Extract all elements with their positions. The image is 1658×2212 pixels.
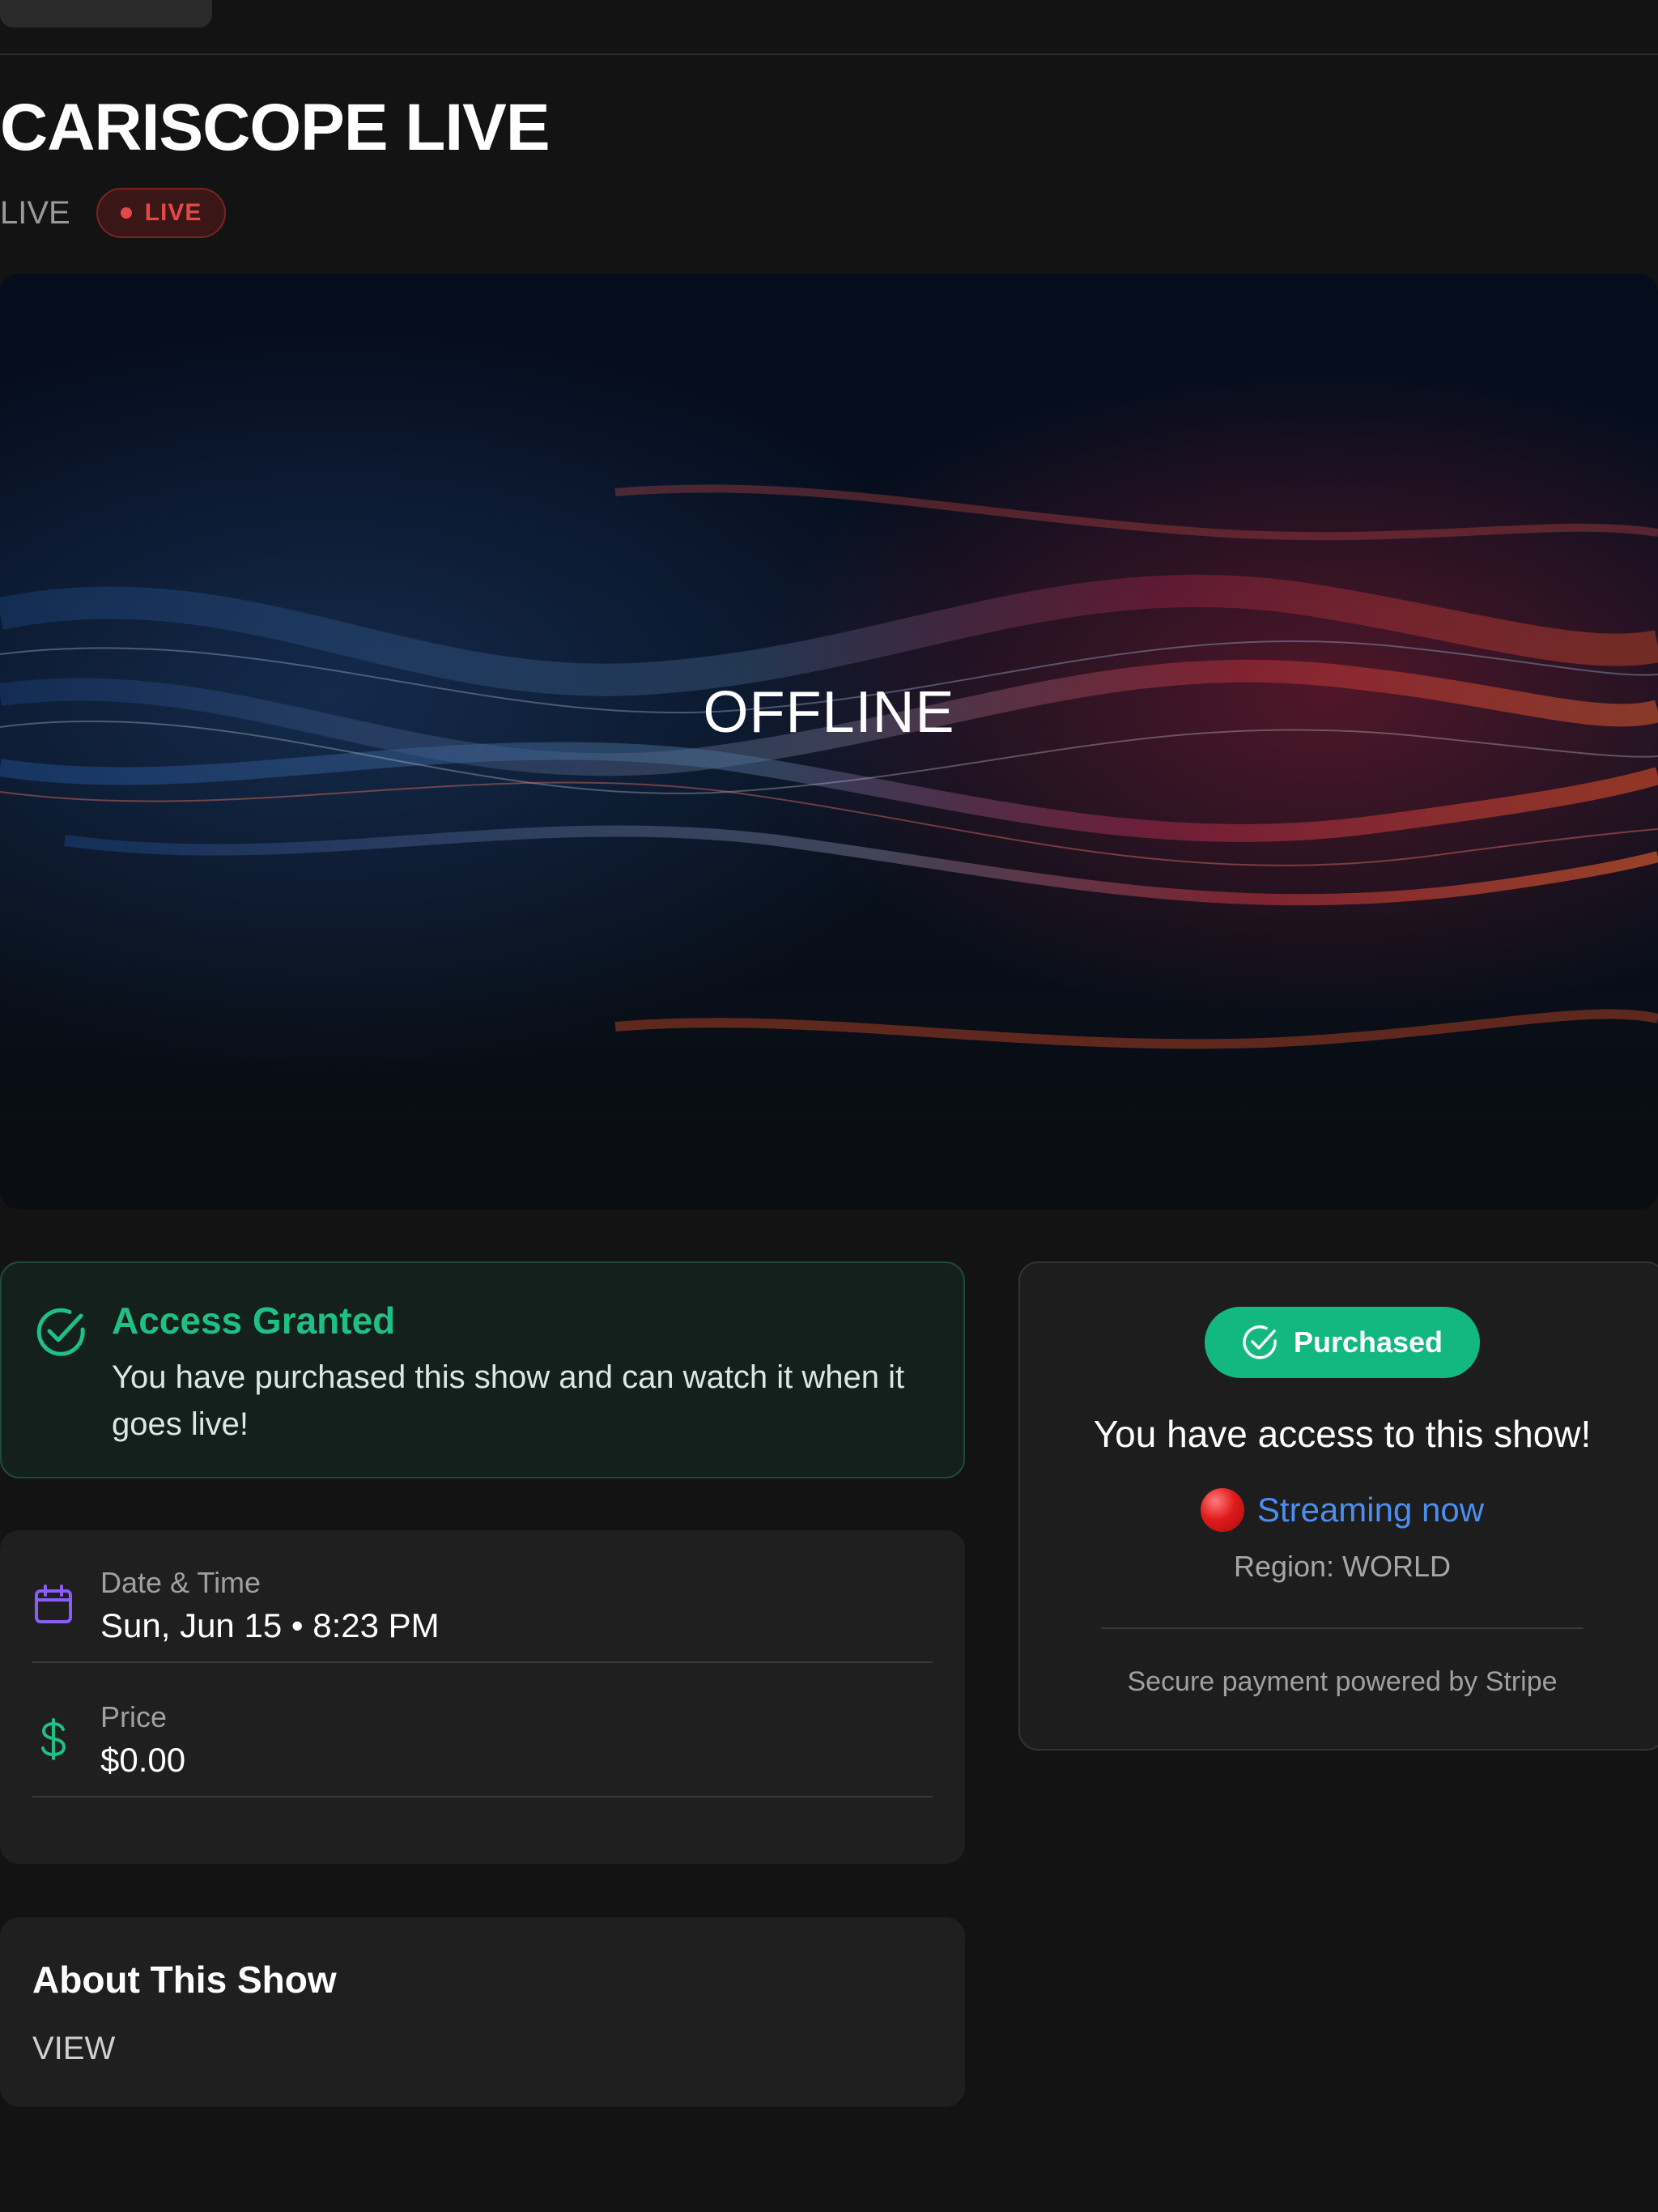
top-divider bbox=[0, 53, 1658, 55]
purchased-badge: Purchased bbox=[1205, 1307, 1480, 1378]
access-granted-card: Access Granted You have purchased this s… bbox=[0, 1261, 965, 1478]
streaming-now-label[interactable]: Streaming now bbox=[1257, 1491, 1484, 1529]
purchase-status-card: Purchased You have access to this show! … bbox=[1018, 1261, 1658, 1750]
top-tab[interactable] bbox=[0, 0, 212, 28]
streaming-link[interactable]: Streaming now bbox=[1020, 1488, 1658, 1532]
red-circle-icon bbox=[1200, 1488, 1244, 1532]
access-granted-body: You have purchased this show and can wat… bbox=[112, 1359, 905, 1442]
page-title: CARISCOPE LIVE bbox=[0, 91, 551, 164]
check-circle-icon bbox=[1243, 1325, 1277, 1359]
status-row: LIVE LIVE bbox=[0, 186, 227, 240]
about-show-card: About This Show VIEW bbox=[0, 1917, 965, 2107]
live-dot-icon bbox=[120, 207, 132, 219]
price-label: Price bbox=[100, 1700, 168, 1733]
about-show-body: VIEW bbox=[32, 2031, 116, 2066]
payment-provider-text: Secure payment powered by Stripe bbox=[1127, 1666, 1558, 1697]
purchased-badge-label: Purchased bbox=[1293, 1325, 1443, 1359]
calendar-icon bbox=[35, 1585, 72, 1623]
purchase-divider bbox=[1101, 1627, 1584, 1629]
live-badge: LIVE bbox=[96, 188, 227, 238]
region-text: Region: WORLD bbox=[1233, 1550, 1452, 1583]
price-row: Price $0.00 bbox=[32, 1665, 933, 1797]
video-player[interactable]: OFFLINE bbox=[0, 274, 1658, 1210]
live-badge-label: LIVE bbox=[144, 199, 202, 226]
date-time-value: Sun, Jun 15 • 8:23 PM bbox=[100, 1606, 440, 1644]
offline-label: OFFLINE bbox=[703, 680, 955, 745]
date-time-row: Date & Time Sun, Jun 15 • 8:23 PM bbox=[32, 1530, 933, 1663]
status-text: LIVE bbox=[0, 194, 70, 231]
dollar-icon bbox=[41, 1718, 66, 1760]
show-details-card: Date & Time Sun, Jun 15 • 8:23 PM Price … bbox=[0, 1530, 965, 1864]
price-value: $0.00 bbox=[100, 1741, 186, 1779]
access-granted-heading: Access Granted bbox=[112, 1300, 396, 1342]
check-circle-icon bbox=[36, 1308, 85, 1356]
access-confirmation-text: You have access to this show! bbox=[1093, 1413, 1592, 1455]
date-time-label: Date & Time bbox=[100, 1566, 261, 1599]
about-show-title: About This Show bbox=[32, 1959, 337, 2001]
